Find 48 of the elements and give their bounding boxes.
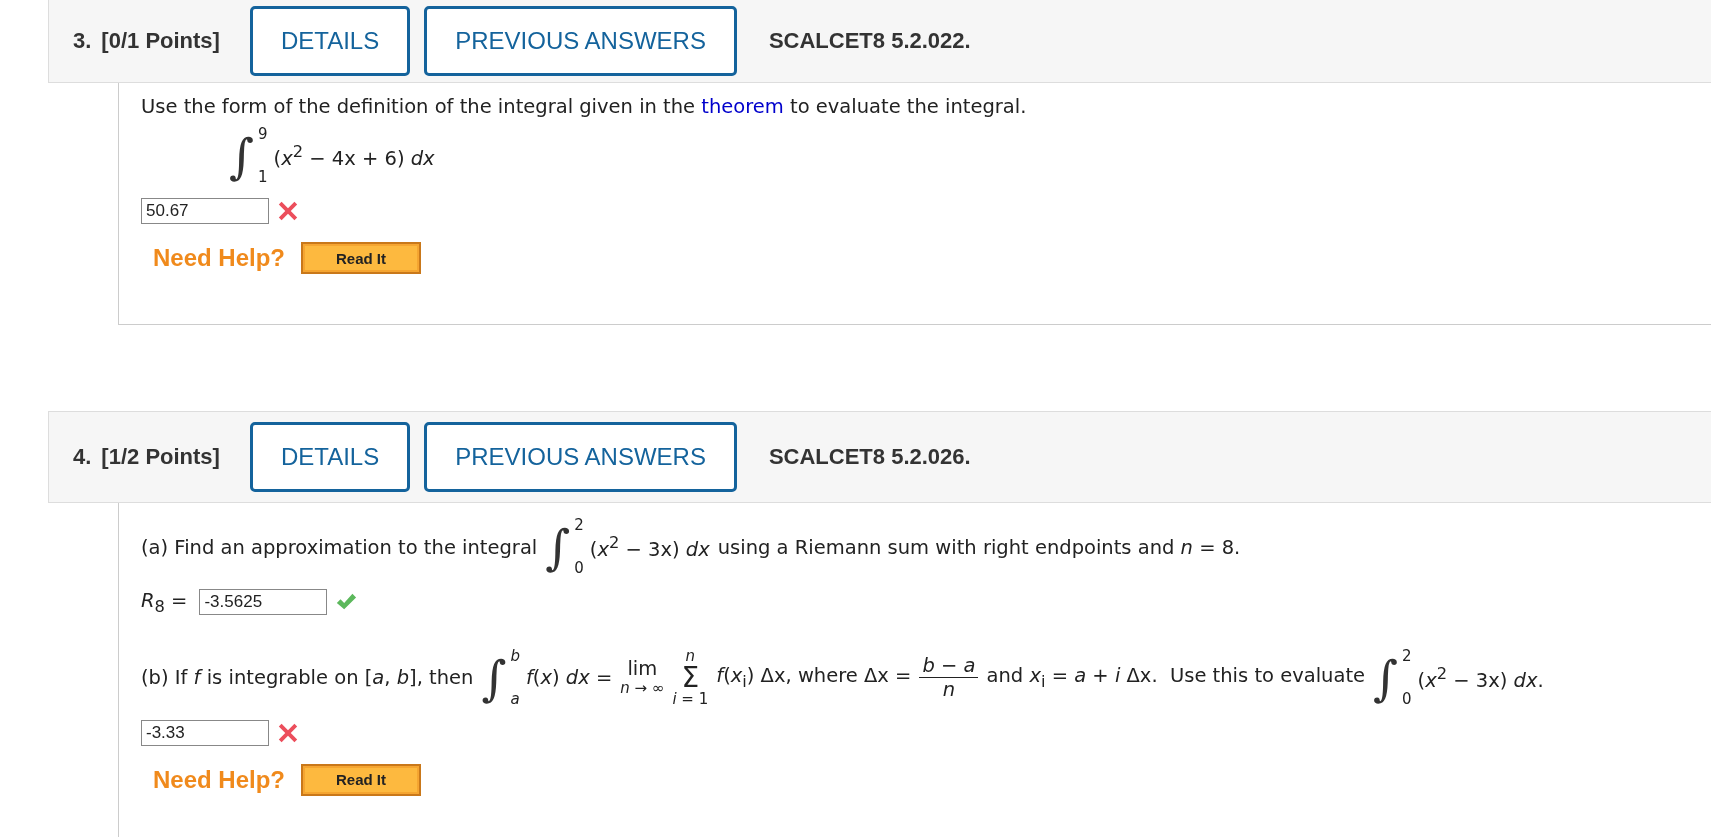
lower-limit: 1 [258,169,268,186]
read-it-button[interactable]: Read It [301,763,422,796]
question-number: 4. [73,444,92,470]
question-code: SCALCET8 5.2.026. [768,444,971,470]
integral-sign: ∫ [1373,648,1399,708]
need-help-label: Need Help? [153,765,286,794]
integral-sign: ∫ [229,127,254,186]
upper-limit: 9 [258,126,268,143]
integrand: (x$^{2}$ − 4x + 6) dx [273,142,435,170]
lower-limit: 0 [1402,690,1412,708]
upper-limit: b [510,647,520,665]
question-points: [0/1 Points] [101,28,220,54]
limit-text: lim [627,658,658,681]
question-text: f(x$_{i}$) Δx, where Δx = [716,664,912,692]
integral-sign: ∫ [545,518,571,577]
question-text: Use the form of the definition of the integral given in the theorem to evaluate the integral. [141,95,1027,118]
limit-subscript: n → ∞ [620,680,665,698]
question-code: SCALCET8 5.2.022. [768,28,971,54]
header-button[interactable]: DETAILS [249,6,411,76]
lower-limit: a [510,690,520,708]
upper-limit: 2 [1402,647,1412,665]
integral-sign: ∫ [481,648,507,708]
denominator: n [942,678,956,702]
question-number: 3. [73,28,92,54]
upper-limit: 2 [574,517,584,534]
sum-sign: Σ [681,664,700,691]
integrand: (x$^{2}$ − 3x) dx [589,533,710,561]
question-points: [1/2 Points] [101,444,220,470]
integrand: (x$^{2}$ − 3x) dx. [1417,664,1544,692]
question-text: (a) Find an approximation to the integral [141,535,538,559]
sum-lower: i = 1 [672,690,709,708]
numerator: b − a [919,654,979,679]
integrand: f(x) dx = [526,666,613,690]
header-button[interactable]: PREVIOUS ANSWERS [424,6,737,76]
answer-field[interactable]: -3.33 [141,719,269,746]
header-button[interactable]: DETAILS [249,422,411,492]
answer-field[interactable]: -3.5625 [199,589,328,616]
need-help-label: Need Help? [153,244,286,272]
answer-label: R$_{8}$ = [141,589,188,616]
read-it-button[interactable]: Read It [301,242,422,274]
question-text: (b) If f is integrable on [a, b], then [141,666,474,690]
answer-field[interactable]: 50.67 [141,198,269,224]
lower-limit: 0 [574,560,584,577]
header-button[interactable]: PREVIOUS ANSWERS [424,422,737,492]
question-text: using a Riemann sum with right endpoints and n = 8. [717,535,1241,559]
question-text: and x$_{i}$ = a + i Δx. Use this to evaluate [986,664,1366,692]
sum-upper: n [685,647,696,665]
theorem-link[interactable]: theorem [701,95,784,118]
